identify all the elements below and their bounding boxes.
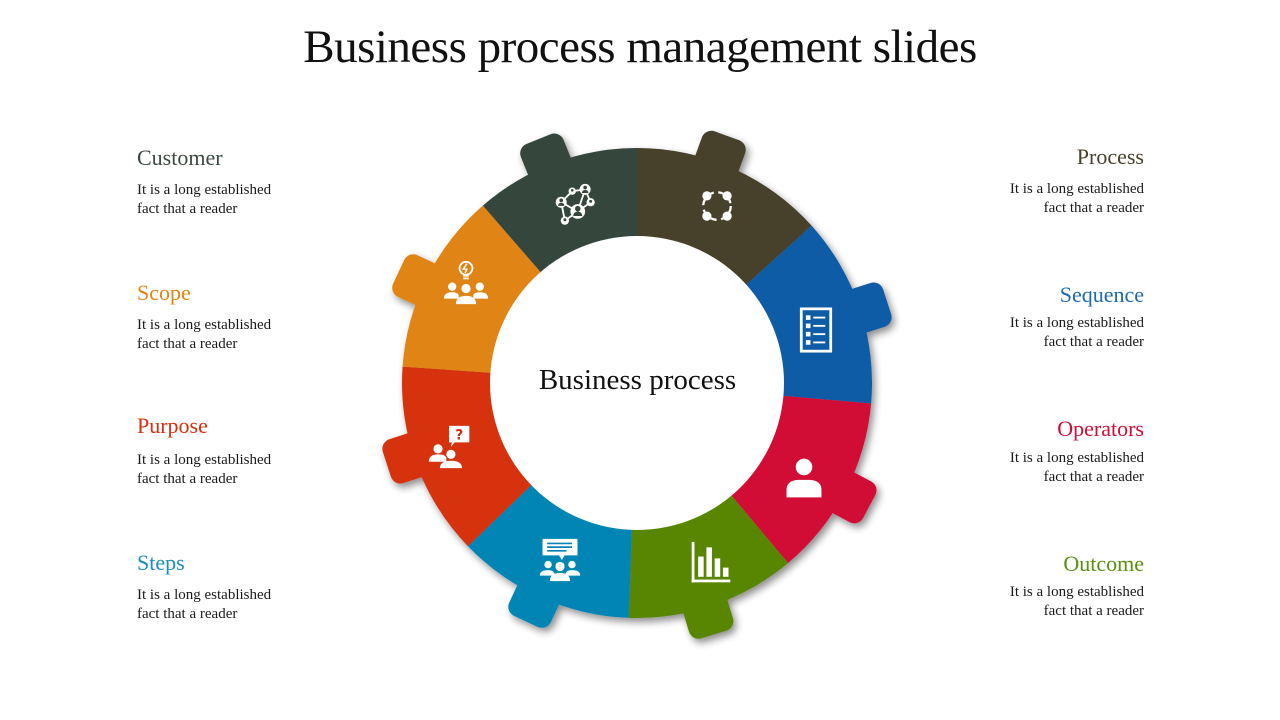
center-label: Business process (538, 364, 737, 396)
process-wheel: ? (382, 130, 892, 639)
